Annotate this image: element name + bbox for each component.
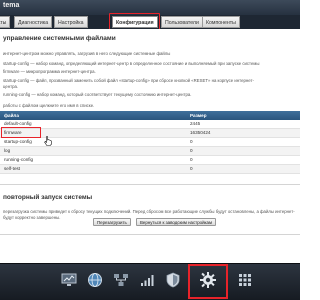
- column-header-size: Размер: [190, 113, 207, 118]
- files-description-line: центра.: [3, 84, 19, 89]
- restart-description-line: будут корректно завершены.: [3, 215, 61, 220]
- table-row[interactable]: running-config 0: [0, 156, 300, 165]
- file-size: 0: [190, 148, 193, 153]
- monitor-icon[interactable]: [60, 271, 78, 289]
- column-header-name: файла: [4, 113, 19, 118]
- section-divider: [0, 184, 300, 185]
- file-size: 0: [190, 166, 193, 171]
- tab-system[interactable]: Даты: [0, 16, 11, 28]
- selected-row-highlight: [1, 127, 41, 138]
- network-icon[interactable]: [112, 271, 130, 289]
- file-size: 0: [190, 139, 193, 144]
- shield-icon[interactable]: [164, 271, 182, 289]
- app-window: tema Даты Диагностика Настройка Конфигур…: [0, 0, 300, 300]
- table-row[interactable]: self-test 0: [0, 165, 300, 174]
- section-divider: [0, 234, 300, 235]
- files-description-line: startup-config — файл, прозванный замени…: [3, 78, 254, 83]
- window-title: tema: [3, 2, 20, 9]
- main-content: управление системными файлами интернет-ц…: [0, 29, 300, 263]
- signal-bars-icon[interactable]: [138, 271, 156, 289]
- section-title-files: управление системными файлами: [3, 35, 116, 42]
- tab-components[interactable]: Компоненты: [202, 16, 240, 28]
- file-name[interactable]: self-test: [4, 165, 20, 174]
- factory-reset-button[interactable]: Вернуться к заводским настройкам: [136, 218, 217, 226]
- file-name[interactable]: running-config: [4, 156, 33, 165]
- taskbar: [0, 263, 300, 300]
- table-row[interactable]: log 0: [0, 147, 300, 156]
- files-table-header: файла Размер: [0, 111, 300, 120]
- files-description-line: интернет-центром можно управлять, загруз…: [3, 51, 171, 56]
- tab-settings[interactable]: Настройка: [54, 16, 88, 28]
- active-taskbar-highlight: [188, 264, 228, 299]
- files-description-line: startup-config — набор команд, определяю…: [3, 61, 260, 66]
- file-name[interactable]: startup-config: [4, 138, 32, 147]
- files-description-line: running-config — набор команд, который с…: [3, 92, 192, 97]
- tab-diagnostics[interactable]: Диагностика: [14, 16, 53, 28]
- table-row[interactable]: default-config 2445: [0, 120, 300, 129]
- tab-users[interactable]: Пользователи: [161, 16, 203, 28]
- restart-button[interactable]: Перезагрузить: [93, 218, 131, 226]
- globe-icon[interactable]: [86, 271, 104, 289]
- file-size: 16350424: [190, 130, 211, 135]
- apps-grid-icon[interactable]: [236, 271, 254, 289]
- file-size: 0: [190, 157, 193, 162]
- file-name[interactable]: log: [4, 147, 10, 156]
- section-title-restart: повторный запуск системы: [3, 194, 93, 201]
- hand-cursor-icon: [44, 136, 52, 146]
- files-description-line: firmware — микропрограмма интернет-центр…: [3, 69, 96, 74]
- file-size: 2445: [190, 121, 201, 126]
- files-description-line: работы с файлом щелкните его имя в списк…: [3, 103, 95, 108]
